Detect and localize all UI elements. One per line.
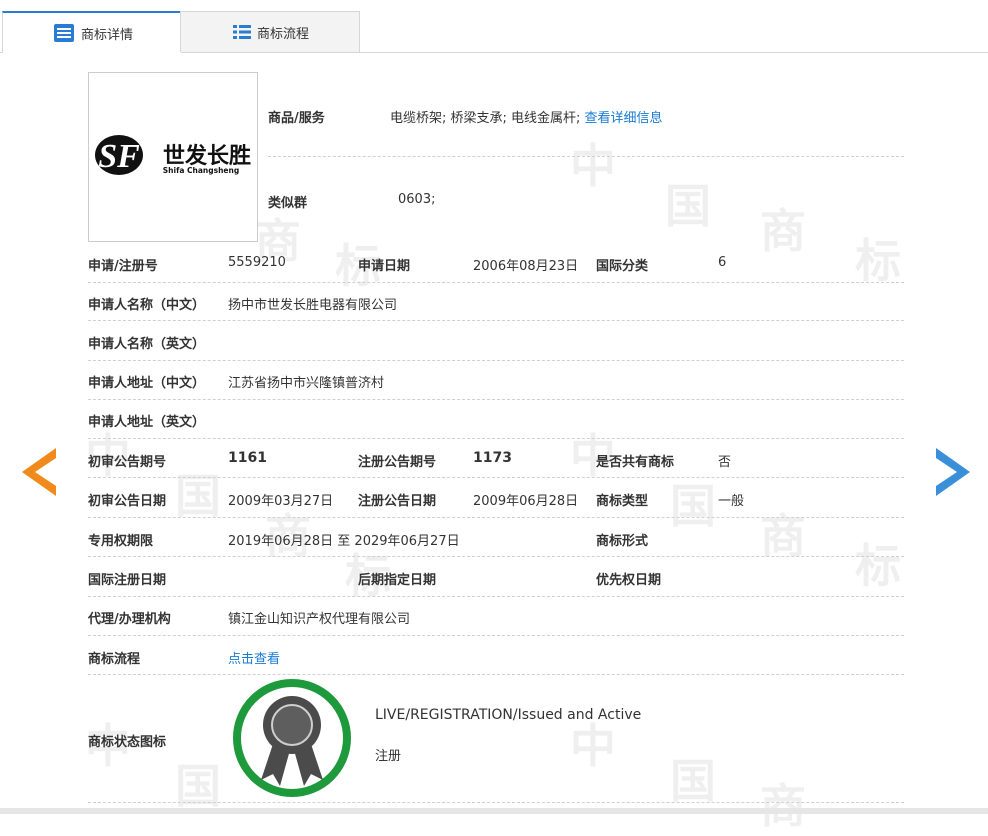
applicant-name-en-label: 申请人名称（英文）	[88, 337, 206, 352]
status-icon-label: 商标状态图标	[88, 735, 167, 750]
exclusive-period-value: 2019年06月28日 至 2029年06月27日	[228, 534, 460, 549]
divider	[88, 282, 904, 283]
tab-label: 商标详情	[81, 27, 134, 43]
intl-class-value: 6	[718, 255, 727, 270]
exclusive-period-label: 专用权期限	[88, 534, 154, 549]
prelim-issue-label: 初审公告期号	[88, 455, 167, 470]
applicant-name-cn-value: 扬中市世发长胜电器有限公司	[228, 298, 398, 313]
divider	[88, 360, 904, 361]
next-arrow-icon[interactable]	[936, 448, 970, 496]
watermark-char: 商	[760, 204, 806, 258]
applicant-address-en-label: 申请人地址（英文）	[88, 415, 206, 430]
applicant-address-cn-value: 江苏省扬中市兴隆镇普济村	[228, 376, 385, 391]
divider	[268, 156, 904, 157]
mark-type-value: 一般	[718, 494, 745, 509]
goods-label: 商品/服务	[268, 111, 325, 126]
apply-date-label: 申请日期	[358, 259, 411, 274]
divider	[88, 399, 904, 400]
mark-form-label: 商标形式	[596, 534, 649, 549]
status-en-text: LIVE/REGISTRATION/Issued and Active	[375, 707, 642, 723]
later-designation-date-label: 后期指定日期	[358, 573, 437, 588]
logo-brand-en: Shifa Changsheng	[163, 166, 239, 175]
agent-value: 镇江金山知识产权代理有限公司	[228, 612, 411, 627]
shared-mark-label: 是否共有商标	[596, 455, 675, 470]
registered-status-badge-icon	[233, 679, 351, 797]
divider	[88, 674, 904, 675]
watermark-char: 国	[665, 179, 711, 233]
reg-date-value: 2009年06月28日	[473, 494, 579, 509]
watermark-char: 国	[175, 759, 221, 813]
intl-reg-date-label: 国际注册日期	[88, 573, 167, 588]
reg-no-label: 申请/注册号	[88, 259, 158, 274]
divider	[88, 438, 904, 439]
divider	[88, 320, 904, 321]
previous-arrow-icon[interactable]	[22, 448, 56, 496]
trademark-flow-label: 商标流程	[88, 652, 141, 667]
watermark-char: 中	[570, 139, 616, 193]
divider	[88, 635, 904, 636]
agent-label: 代理/办理机构	[88, 612, 171, 627]
reg-issue-value: 1173	[473, 450, 512, 466]
prelim-date-label: 初审公告日期	[88, 494, 167, 509]
view-flow-link[interactable]: 点击查看	[228, 648, 280, 667]
reg-no-value: 5559210	[228, 255, 286, 270]
divider	[88, 517, 904, 518]
trademark-logo: SF 世发长胜 Shifa Changsheng	[95, 135, 251, 175]
shared-mark-value: 否	[718, 455, 732, 470]
tab-bar: 商标详情 商标流程	[0, 0, 988, 53]
prelim-date-value: 2009年03月27日	[228, 494, 334, 509]
list-icon	[233, 25, 251, 39]
goods-text: 电缆桥架; 桥梁支承; 电线金属杆;	[390, 111, 581, 126]
watermark-char: 商	[760, 779, 806, 833]
watermark-char: 国	[670, 479, 716, 533]
divider	[88, 477, 904, 478]
reg-date-label: 注册公告日期	[358, 494, 437, 509]
applicant-address-cn-label: 申请人地址（中文）	[88, 376, 206, 391]
trademark-logo-image: SF 世发长胜 Shifa Changsheng	[88, 72, 258, 242]
apply-date-value: 2006年08月23日	[473, 259, 579, 274]
divider	[88, 556, 904, 557]
horizontal-scrollbar[interactable]	[0, 808, 988, 814]
logo-mark-text: SF	[98, 138, 140, 175]
similar-group-value: 0603;	[398, 192, 436, 207]
mark-type-label: 商标类型	[596, 494, 649, 509]
watermark-char: 标	[855, 539, 901, 593]
priority-date-label: 优先权日期	[596, 573, 662, 588]
divider	[88, 596, 904, 597]
divider	[88, 802, 904, 803]
goods-value: 电缆桥架; 桥梁支承; 电线金属杆; 查看详细信息	[390, 107, 663, 126]
prelim-issue-value: 1161	[228, 450, 267, 466]
tab-trademark-flow[interactable]: 商标流程	[180, 11, 360, 52]
tab-label: 商标流程	[257, 26, 310, 42]
view-details-link[interactable]: 查看详细信息	[585, 111, 663, 126]
status-cn-text: 注册	[375, 749, 402, 764]
tab-trademark-details[interactable]: 商标详情	[2, 11, 182, 53]
reg-issue-label: 注册公告期号	[358, 455, 437, 470]
document-list-icon	[54, 24, 74, 42]
applicant-name-cn-label: 申请人名称（中文）	[88, 298, 206, 313]
intl-class-label: 国际分类	[596, 259, 649, 274]
similar-group-label: 类似群	[268, 196, 308, 211]
